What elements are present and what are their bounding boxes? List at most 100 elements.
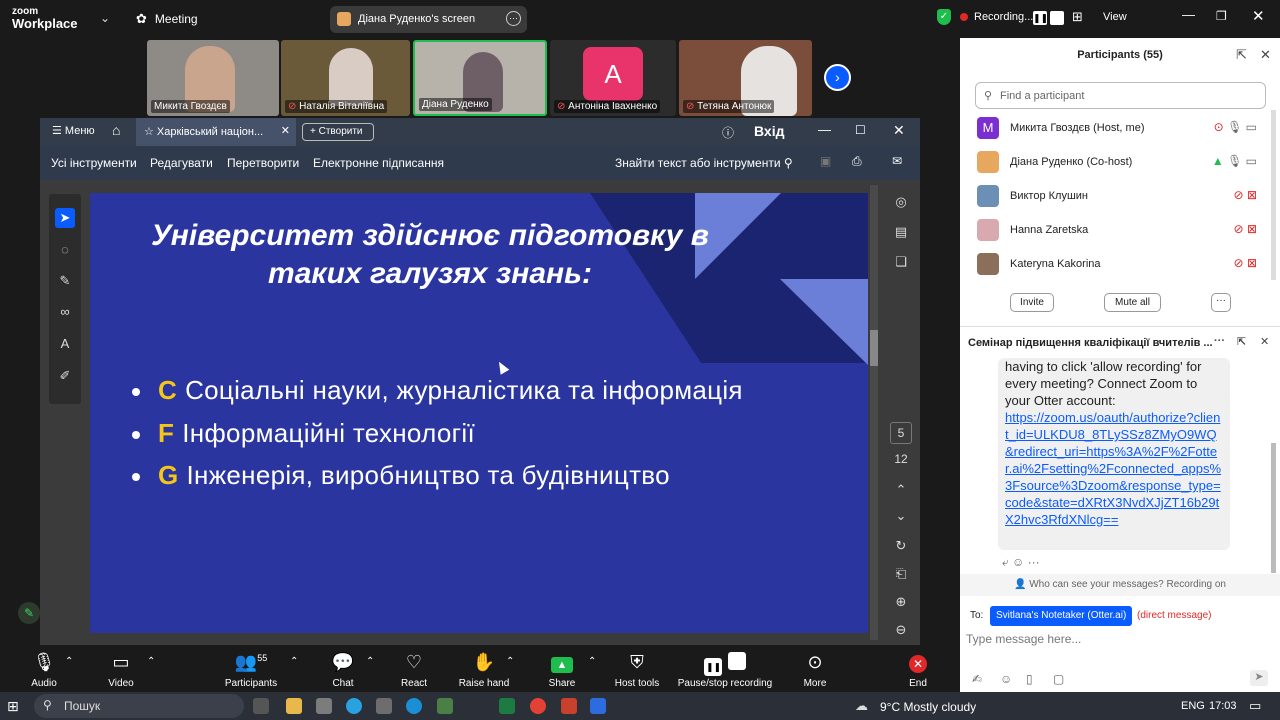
annotate-icon[interactable]: ✎ (18, 602, 40, 624)
chevron-down-icon[interactable]: ⌄ (100, 11, 110, 25)
close-tab-icon[interactable]: ✕ (281, 124, 290, 137)
lasso-icon[interactable]: ∞ (55, 302, 75, 322)
tool-all[interactable]: Усі інструменти (51, 156, 137, 170)
comment-icon[interactable]: ◎ (890, 194, 912, 210)
pages-icon[interactable]: ❏ (890, 254, 912, 270)
chevron-up-icon[interactable]: ⌃ (506, 656, 514, 667)
scrollbar[interactable] (1271, 443, 1276, 573)
reply-icon[interactable]: ⤶ ☺ ··· (1002, 555, 1040, 570)
mic-muted-icon[interactable]: ⊘ (1234, 222, 1244, 236)
participant-row[interactable]: Виктор Клушин ⊘ ⊠ (977, 182, 1257, 212)
task-view-icon[interactable] (253, 698, 269, 714)
help-icon[interactable]: ⓘ (722, 124, 734, 141)
end-button[interactable]: ✕ End (878, 646, 958, 692)
app-icon[interactable] (437, 698, 453, 714)
minimize-icon[interactable]: — (1182, 7, 1195, 22)
telegram-icon[interactable] (346, 698, 362, 714)
screenshot-icon[interactable]: ▢ (1053, 672, 1064, 686)
powerpoint-icon[interactable] (561, 698, 577, 714)
chat-button[interactable]: 💬 Chat (303, 646, 383, 692)
chevron-up-icon[interactable]: ⌃ (147, 656, 155, 667)
text-select-icon[interactable]: A (55, 334, 75, 354)
more-options-icon[interactable]: ··· (1211, 293, 1231, 312)
tool-edit[interactable]: Редагувати (150, 156, 213, 170)
clock[interactable]: 17:03 (1209, 700, 1237, 712)
message-link[interactable]: https://zoom.us/oauth/authorize?client_i… (1005, 409, 1222, 528)
chevron-up-icon[interactable]: ⌃ (290, 656, 298, 667)
page-number-input[interactable]: 5 (890, 422, 912, 444)
zoom-logo[interactable]: zoom Workplace (12, 6, 78, 30)
bookmark-icon[interactable]: ▤ (890, 224, 912, 240)
more-button[interactable]: ⊙ More (775, 646, 855, 692)
find-tools-button[interactable]: Знайти текст або інструменти ⚲ (615, 156, 793, 170)
react-button[interactable]: ♡ React (374, 646, 454, 692)
screen-share-pill[interactable]: Діана Руденко's screen ··· (330, 6, 527, 33)
close-icon[interactable]: ✕ (1260, 335, 1269, 348)
next-page-button[interactable]: › (824, 64, 851, 91)
refresh-icon[interactable]: ↻ (890, 538, 912, 554)
video-tile[interactable]: Микита Гвоздєв (147, 40, 279, 116)
print-icon[interactable]: ⎙ (852, 154, 862, 169)
recipient-select[interactable]: Svitlana's Notetaker (Otter.ai) ⌄ (990, 606, 1132, 632)
zoom-app-icon[interactable] (590, 698, 606, 714)
chevron-up-icon[interactable]: ⌃ (65, 656, 73, 667)
file-icon[interactable]: ▯ (1026, 672, 1033, 686)
tool-convert[interactable]: Перетворити (227, 156, 299, 170)
participant-search-input[interactable]: ⚲ Find a participant (975, 82, 1266, 109)
comment-icon[interactable]: ◌ (55, 240, 75, 260)
mute-all-button[interactable]: Mute all (1104, 293, 1161, 312)
stop-icon[interactable] (1050, 11, 1064, 25)
view-button[interactable]: View (1103, 11, 1127, 23)
create-button[interactable]: + Створити (302, 123, 374, 141)
extract-icon[interactable]: ⎗ (890, 566, 912, 582)
chrome-icon[interactable] (530, 698, 546, 714)
meeting-info[interactable]: ✿ Meeting (136, 11, 198, 27)
camera-off-icon[interactable]: ⊠ (1247, 222, 1257, 236)
pause-icon[interactable]: ❚❚ (1033, 11, 1048, 25)
close-icon[interactable]: ✕ (1252, 7, 1265, 25)
send-icon[interactable]: ➤ (1250, 670, 1268, 686)
close-icon[interactable]: ✕ (893, 122, 905, 139)
home-icon[interactable]: ⌂ (112, 122, 120, 138)
camera-off-icon[interactable]: ⊠ (1247, 256, 1257, 270)
video-tile[interactable]: ⊘ Тетяна Антонюк (679, 40, 812, 116)
weather-text[interactable]: 9°C Mostly cloudy (880, 700, 976, 714)
tool-sign[interactable]: Електронне підписання (313, 156, 444, 170)
taskbar-search-input[interactable]: ⚲ Пошук (34, 694, 244, 718)
edge-icon[interactable] (406, 698, 422, 714)
shield-check-icon[interactable]: ✓ (937, 9, 951, 25)
excel-icon[interactable] (499, 698, 515, 714)
mail-icon[interactable]: ✉ (892, 154, 902, 168)
restore-icon[interactable]: ❐ (1216, 9, 1227, 23)
video-tile-active[interactable]: Діана Руденко (413, 40, 547, 116)
grid-icon[interactable]: ⊞ (1072, 9, 1083, 25)
notifications-icon[interactable]: ▭ (1249, 698, 1261, 714)
language-indicator[interactable]: ENG (1181, 700, 1205, 712)
participant-row[interactable]: Діана Руденко (Co-host) ▲ 🎙 ▭ (977, 148, 1257, 178)
minimize-icon[interactable]: — (818, 122, 831, 137)
camera-icon[interactable]: ▭ (1246, 120, 1257, 134)
pause-stop-recording-button[interactable]: ❚❚ Pause/stop recording (675, 646, 775, 692)
mic-muted-icon[interactable]: ⊘ (1234, 188, 1244, 202)
participant-row[interactable]: Kateryna Kakorina ⊘ ⊠ (977, 250, 1257, 280)
format-icon[interactable]: ✍ (972, 672, 982, 686)
more-options-icon[interactable]: ··· (1214, 335, 1225, 347)
participant-row[interactable]: Hanna Zaretska ⊘ ⊠ (977, 216, 1257, 246)
app-icon[interactable] (316, 698, 332, 714)
emoji-icon[interactable]: ☺ (1000, 672, 1012, 686)
cursor-icon[interactable]: ➤ (55, 208, 75, 228)
zoom-in-icon[interactable]: ⊕ (890, 594, 912, 610)
popout-icon[interactable]: ⇱ (1236, 47, 1247, 63)
participants-button[interactable]: 👥55 Participants (211, 646, 291, 692)
chevron-up-icon[interactable]: ⌃ (588, 656, 596, 667)
windows-start-icon[interactable]: ⊞ (7, 698, 19, 715)
camera-off-icon[interactable]: ⊠ (1247, 188, 1257, 202)
share-button[interactable]: ▲ Share (522, 646, 602, 692)
login-button[interactable]: Вхід (754, 123, 785, 139)
explorer-icon[interactable] (286, 698, 302, 714)
scrollbar[interactable] (870, 185, 878, 640)
close-icon[interactable]: ✕ (1260, 47, 1271, 63)
stamp-icon[interactable]: ✐ (55, 366, 75, 386)
raise-hand-button[interactable]: ✋ Raise hand (444, 646, 524, 692)
camera-icon[interactable]: ▭ (1246, 154, 1257, 168)
